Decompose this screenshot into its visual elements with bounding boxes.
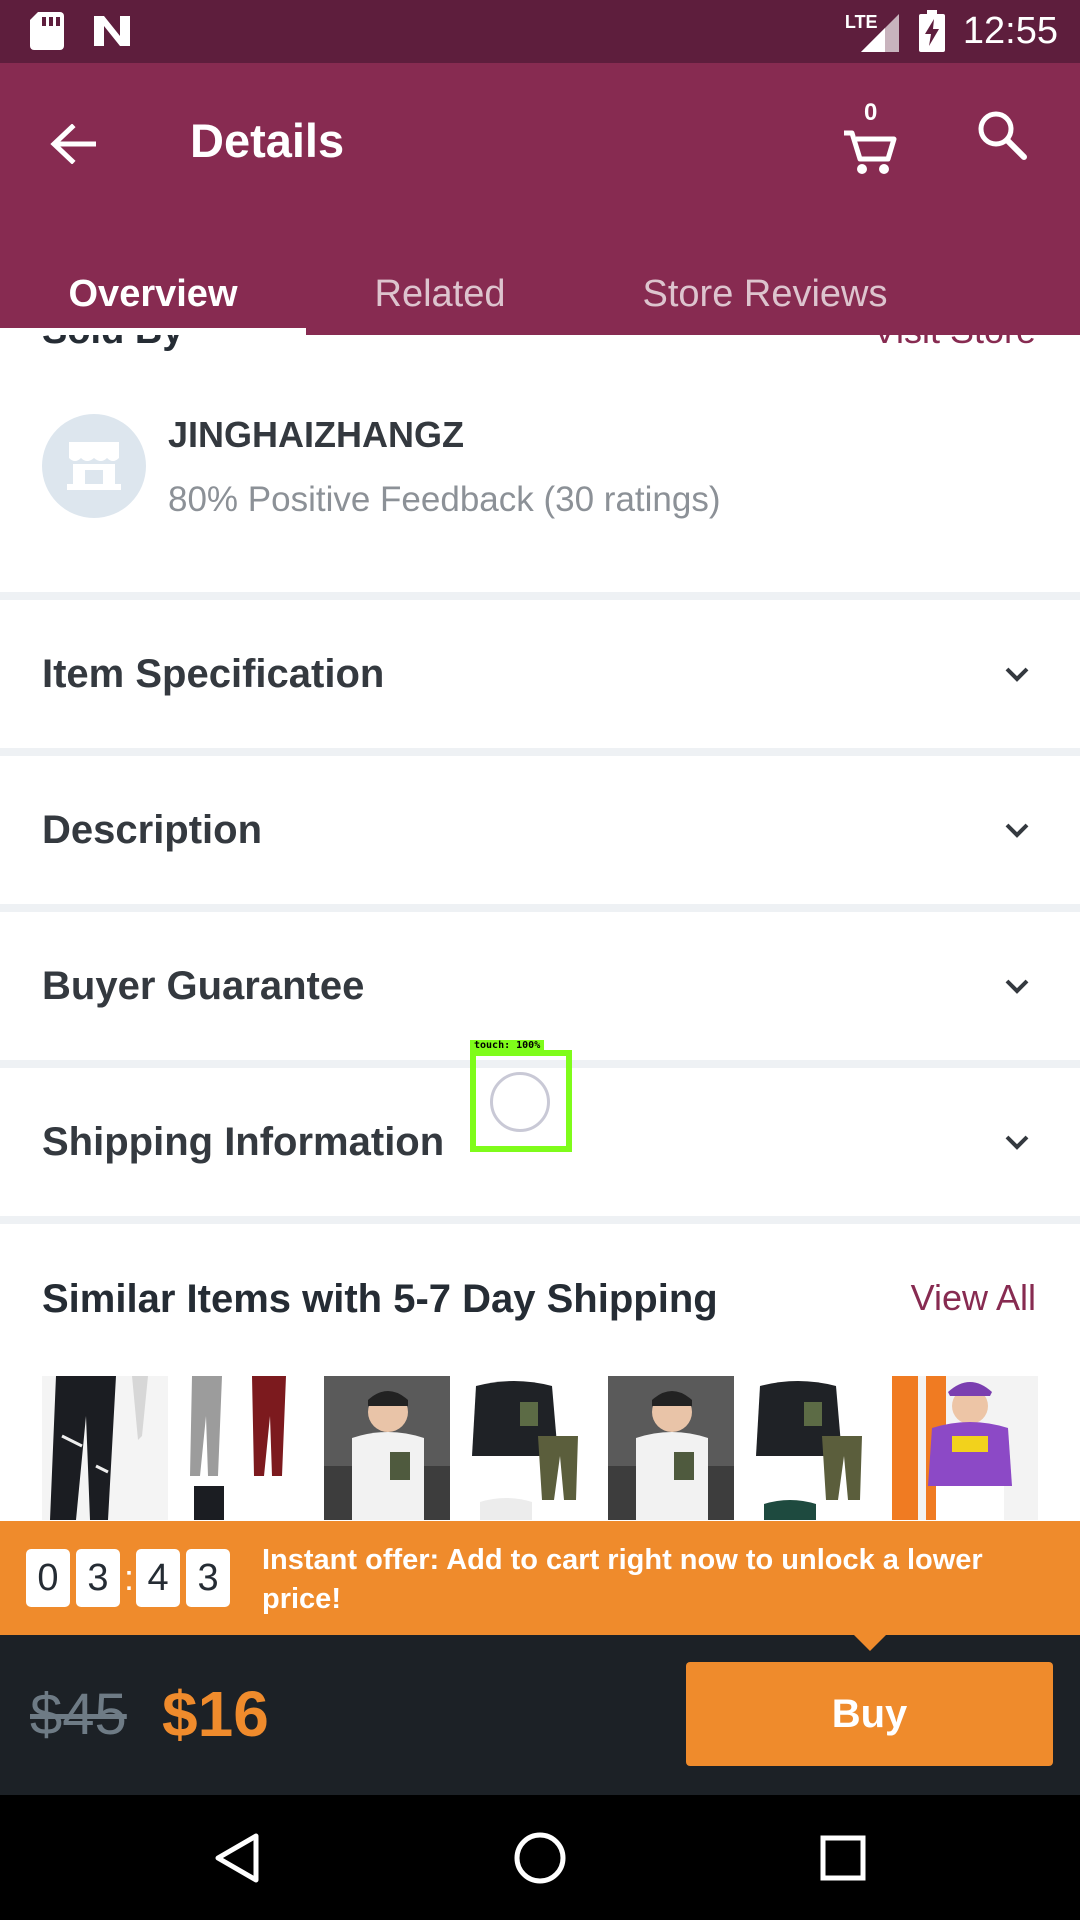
app-screen: LTE 12:55 Details 0 Overview Related Sto… bbox=[0, 0, 1080, 1920]
chevron-down-icon bbox=[1005, 979, 1029, 994]
tab-bar: Overview Related Store Reviews bbox=[0, 253, 1080, 335]
accordion-label: Buyer Guarantee bbox=[42, 963, 365, 1008]
section-divider bbox=[0, 1216, 1080, 1224]
view-all-link[interactable]: View All bbox=[911, 1277, 1036, 1319]
offer-pointer-arrow bbox=[854, 1635, 886, 1651]
nav-home-icon bbox=[514, 1832, 566, 1884]
accordion-label: Shipping Information bbox=[42, 1119, 445, 1164]
chevron-down-icon bbox=[1005, 823, 1029, 838]
store-name[interactable]: JINGHAIZHANGZ bbox=[168, 414, 464, 456]
original-price: $45 bbox=[30, 1682, 127, 1747]
status-left-icons bbox=[30, 12, 132, 50]
product-image bbox=[182, 1376, 308, 1520]
page-title: Details bbox=[190, 114, 345, 167]
product-image bbox=[42, 1376, 168, 1520]
sd-card-icon bbox=[30, 12, 64, 50]
tab-overview[interactable]: Overview bbox=[20, 253, 286, 335]
nav-back-icon bbox=[215, 1833, 259, 1883]
product-thumbnail[interactable] bbox=[750, 1376, 876, 1520]
product-image bbox=[892, 1376, 1038, 1520]
purchase-bar: $45 $16 Buy bbox=[0, 1635, 1080, 1795]
section-divider bbox=[0, 592, 1080, 600]
active-tab-indicator bbox=[0, 328, 306, 335]
system-nav-bar bbox=[0, 1795, 1080, 1920]
back-button[interactable] bbox=[40, 111, 106, 177]
n-notification-icon bbox=[94, 16, 130, 46]
app-bar: Details 0 Overview Related Store Reviews bbox=[0, 63, 1080, 335]
accordion-label: Item Specification bbox=[42, 651, 385, 696]
countdown-timer: 0 3 : 4 3 bbox=[26, 1549, 236, 1607]
nav-home-button[interactable] bbox=[507, 1825, 573, 1891]
storefront-icon bbox=[67, 442, 121, 490]
chevron-down-icon bbox=[1005, 1135, 1029, 1150]
signal-icon: LTE bbox=[845, 8, 901, 54]
nav-recents-icon bbox=[820, 1835, 866, 1881]
search-button[interactable] bbox=[976, 109, 1040, 173]
store-avatar bbox=[42, 414, 146, 518]
countdown-digit: 4 bbox=[136, 1549, 181, 1607]
cart-icon bbox=[844, 130, 897, 174]
product-thumbnail[interactable] bbox=[324, 1376, 450, 1520]
product-thumbnail[interactable] bbox=[182, 1376, 308, 1520]
chevron-down-icon bbox=[1005, 667, 1029, 682]
store-feedback: 80% Positive Feedback (30 ratings) bbox=[168, 480, 721, 519]
product-image bbox=[608, 1376, 734, 1520]
touch-indicator-circle bbox=[490, 1072, 550, 1132]
tab-related[interactable]: Related bbox=[330, 253, 550, 335]
cart-button[interactable]: 0 bbox=[838, 99, 904, 177]
accordion-buyer-guarantee[interactable]: Buyer Guarantee bbox=[0, 912, 1080, 1060]
section-divider bbox=[0, 904, 1080, 912]
accordion-description[interactable]: Description bbox=[0, 756, 1080, 904]
buy-button[interactable]: Buy bbox=[686, 1662, 1053, 1766]
search-icon bbox=[978, 111, 1027, 160]
tab-store-reviews[interactable]: Store Reviews bbox=[610, 253, 920, 335]
offer-message: Instant offer: Add to cart right now to … bbox=[262, 1544, 983, 1615]
product-thumbnail[interactable] bbox=[608, 1376, 734, 1520]
product-image bbox=[750, 1376, 876, 1520]
status-bar: LTE 12:55 bbox=[0, 0, 1080, 63]
product-thumbnail[interactable] bbox=[42, 1376, 168, 1520]
accordion-label: Description bbox=[42, 807, 263, 852]
product-image bbox=[466, 1376, 592, 1520]
status-right-icons: LTE 12:55 bbox=[845, 8, 1058, 54]
accordion-item-specification[interactable]: Item Specification bbox=[0, 600, 1080, 748]
countdown-separator: : bbox=[124, 1557, 135, 1598]
countdown-digit: 0 bbox=[26, 1549, 70, 1607]
nav-recents-button[interactable] bbox=[810, 1825, 876, 1891]
sale-price: $16 bbox=[162, 1678, 269, 1750]
nav-back-button[interactable] bbox=[204, 1825, 270, 1891]
instant-offer-banner[interactable]: 0 3 : 4 3 Instant offer: Add to cart rig… bbox=[0, 1521, 1080, 1635]
clock: 12:55 bbox=[962, 9, 1058, 52]
countdown-digit: 3 bbox=[186, 1549, 231, 1607]
product-image bbox=[324, 1376, 450, 1520]
battery-charging-icon bbox=[918, 10, 945, 52]
product-thumbnail[interactable] bbox=[892, 1376, 1038, 1520]
countdown-digit: 3 bbox=[76, 1549, 120, 1607]
section-divider bbox=[0, 748, 1080, 756]
similar-items-carousel bbox=[42, 1376, 1038, 1520]
similar-items-title: Similar Items with 5-7 Day Shipping bbox=[42, 1277, 718, 1321]
product-thumbnail[interactable] bbox=[466, 1376, 592, 1520]
back-arrow-icon bbox=[50, 124, 96, 164]
